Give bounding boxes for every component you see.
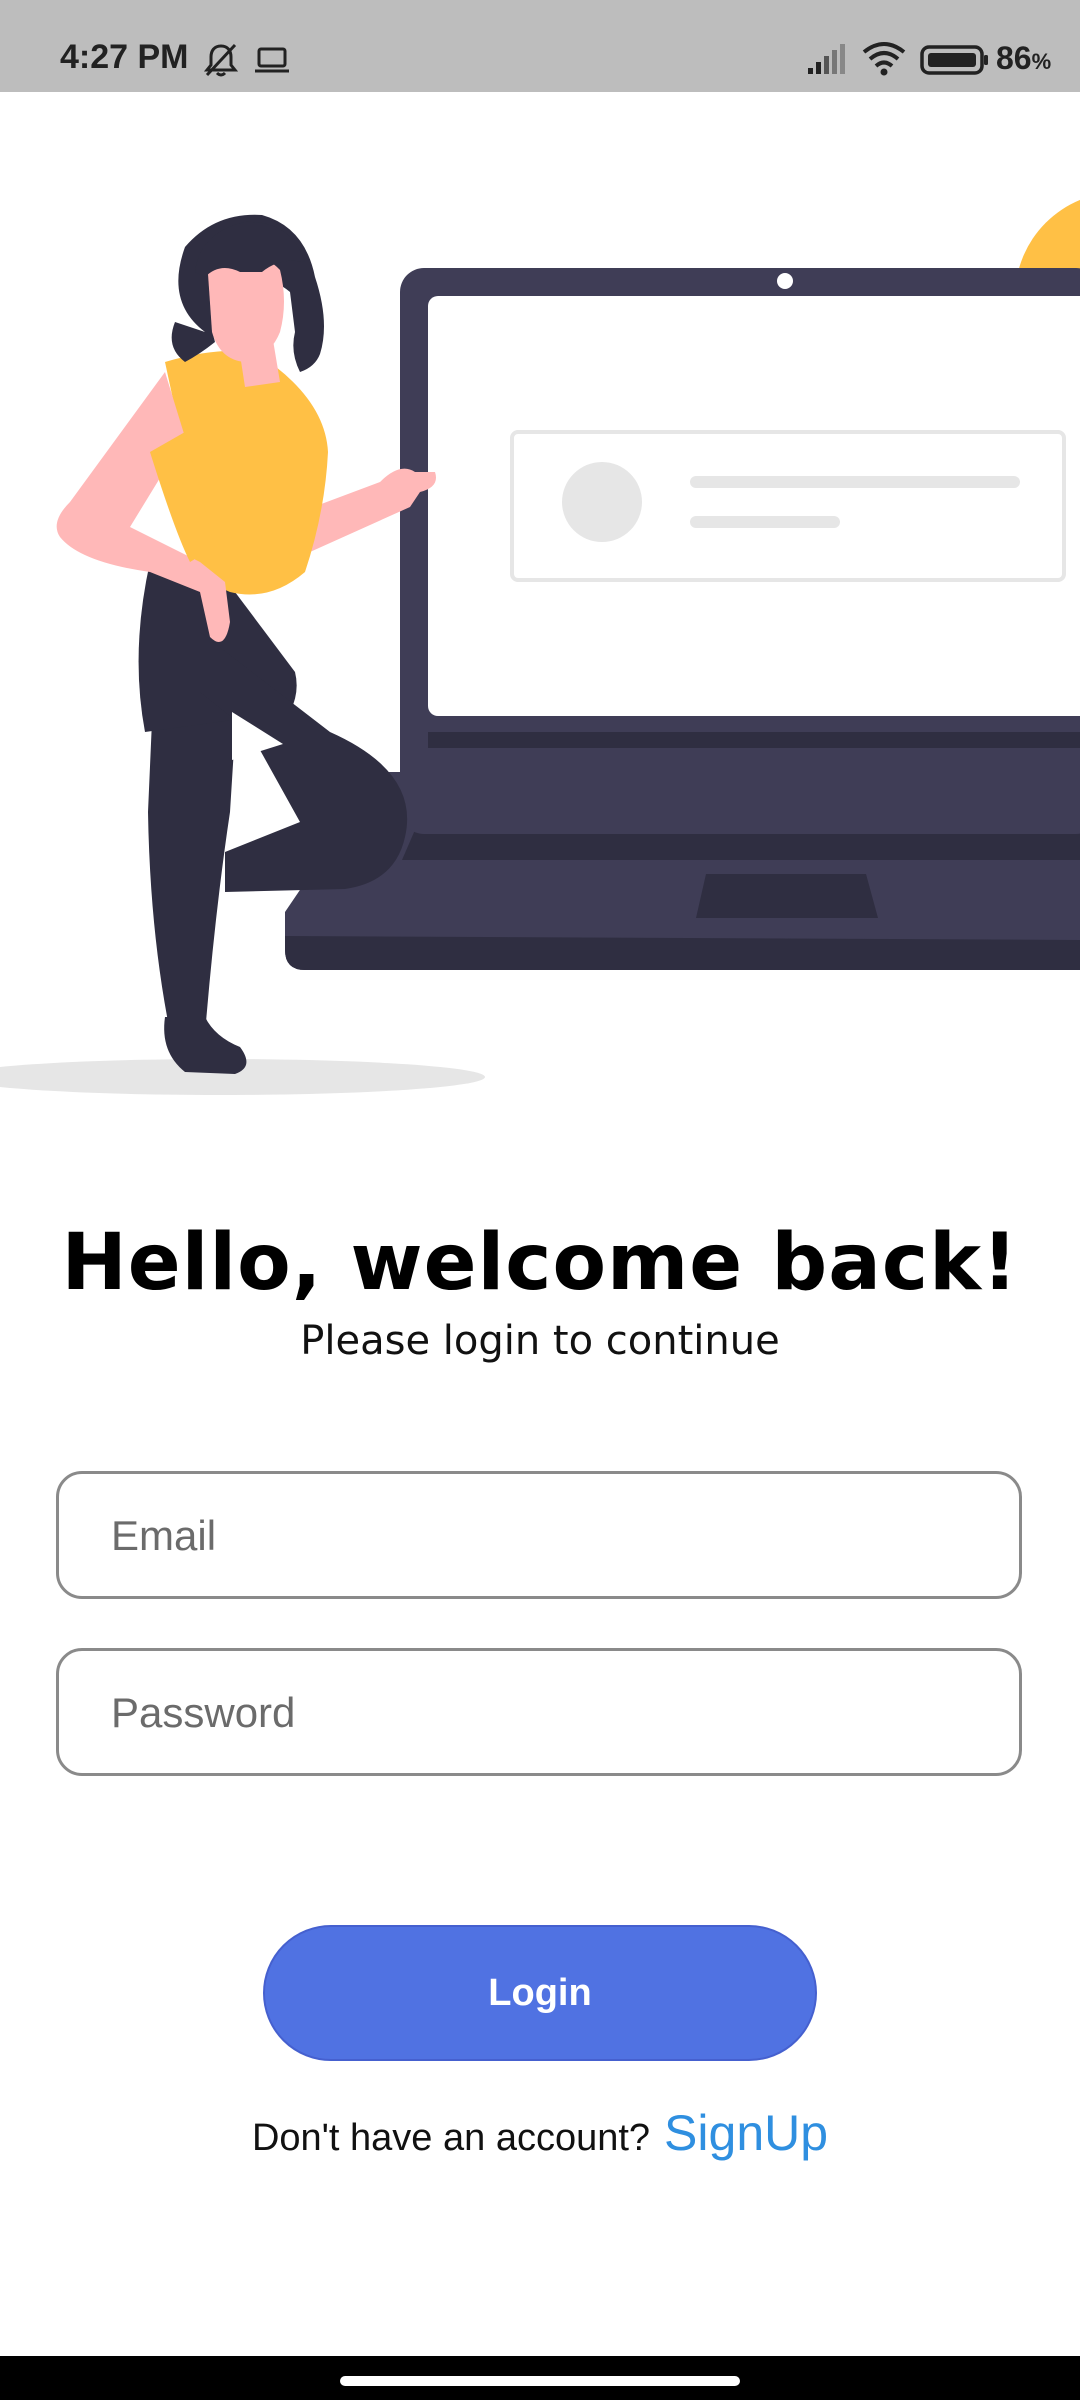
welcome-title: Hello, welcome back! (61, 1218, 1019, 1308)
bell-off-icon (204, 43, 238, 77)
navigation-bar (0, 2356, 1080, 2400)
signup-row: Don't have an account? SignUp (0, 2104, 1080, 2162)
woman-with-laptop-illustration (0, 199, 1080, 1095)
laptop-icon (255, 47, 289, 73)
battery-icon (920, 45, 988, 75)
home-indicator[interactable] (340, 2376, 740, 2386)
battery-level: 86% (996, 40, 1052, 76)
signup-prompt: Don't have an account? (251, 2117, 651, 2159)
email-field[interactable] (56, 1471, 1022, 1599)
card-avatar (562, 462, 642, 542)
password-input[interactable] (109, 1651, 973, 1775)
laptop-camera (777, 273, 793, 289)
signup-link[interactable]: SignUp (664, 2104, 828, 2162)
password-field[interactable] (56, 1648, 1022, 1776)
wifi-icon (862, 42, 906, 76)
login-button[interactable]: Login (263, 1925, 817, 2061)
welcome-subtitle: Please login to continue (300, 1318, 780, 1364)
signal-icon (808, 44, 845, 74)
email-input[interactable] (109, 1474, 973, 1598)
status-time: 4:27 PM (60, 38, 189, 76)
laptop-trackpad (696, 874, 878, 918)
login-screen: 4:27 PM 86% Hello, welcome back! Please … (0, 0, 1080, 2400)
status-bar: 4:27 PM 86% (0, 0, 1080, 92)
